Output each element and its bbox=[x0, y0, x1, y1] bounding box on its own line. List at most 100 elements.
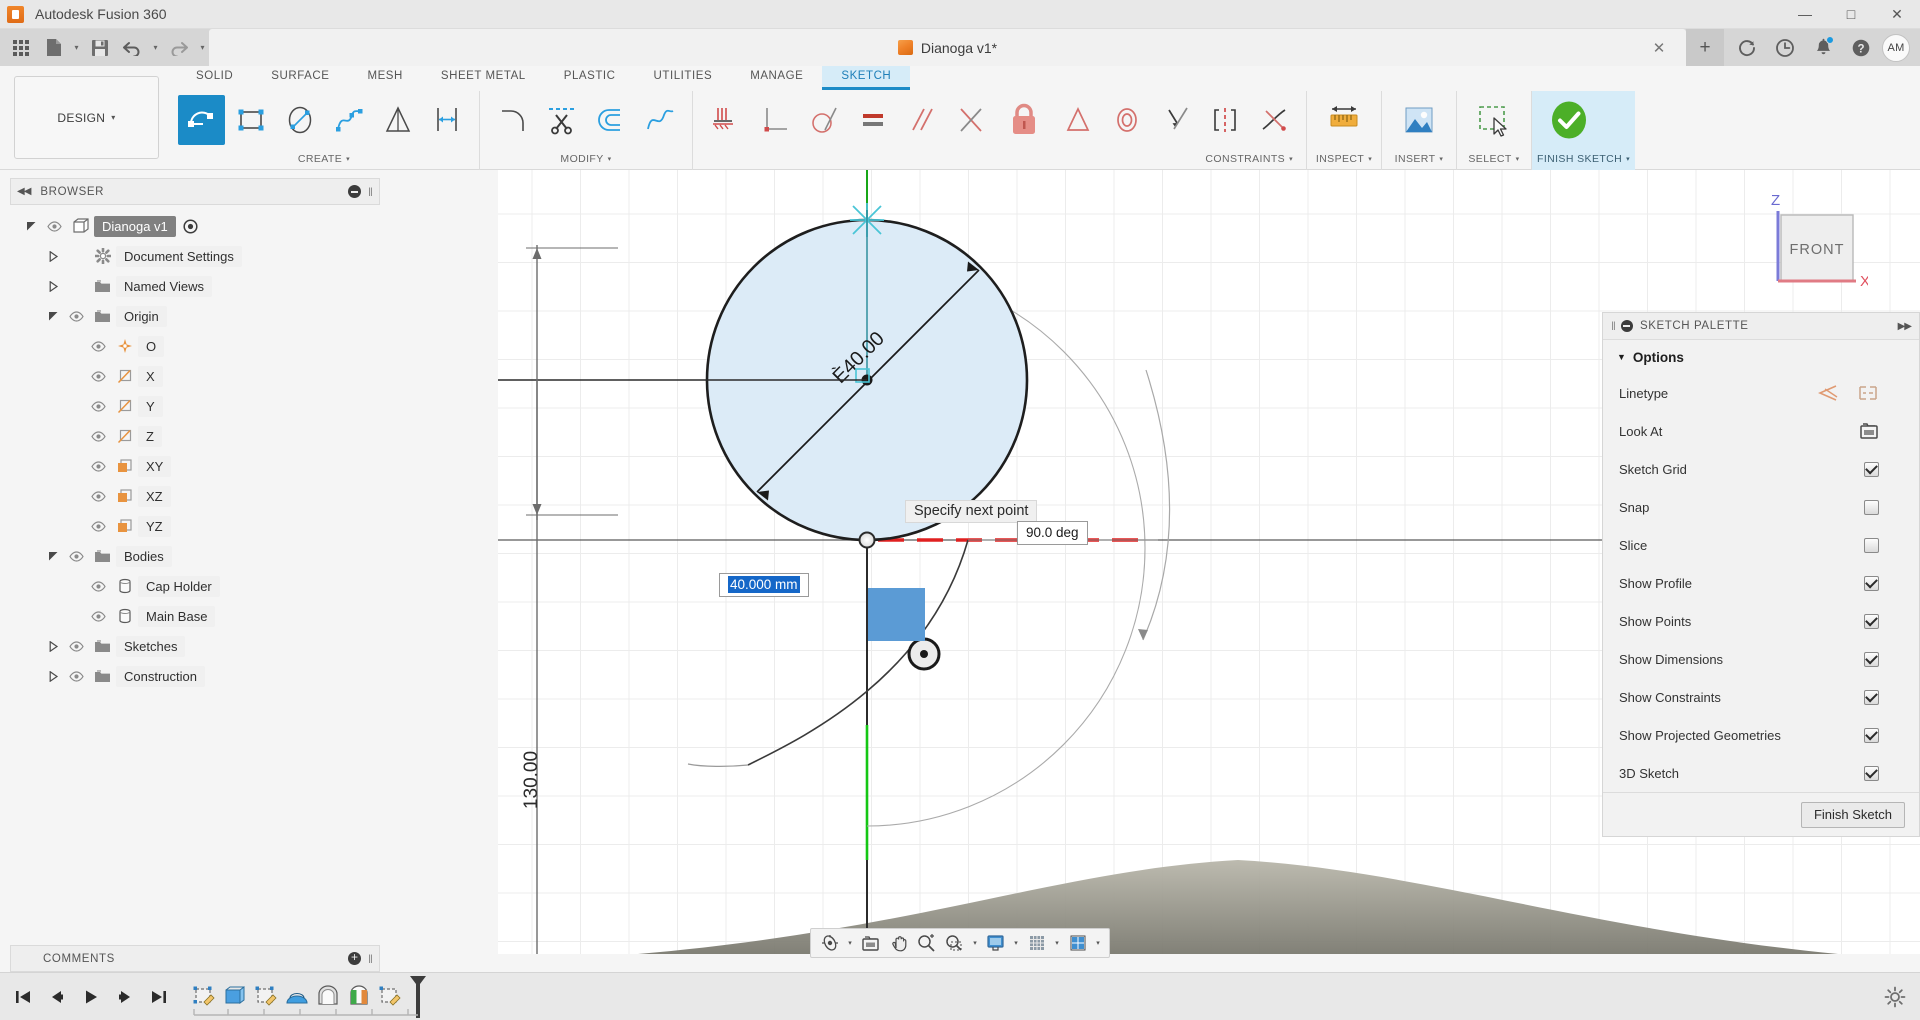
constraint-coincident[interactable] bbox=[702, 95, 749, 145]
3d-sketch-checkbox[interactable] bbox=[1864, 765, 1879, 781]
tool-measure[interactable] bbox=[1316, 95, 1372, 145]
save-icon[interactable] bbox=[85, 33, 115, 63]
avatar[interactable]: AM bbox=[1882, 33, 1910, 62]
tool-select-window[interactable] bbox=[1466, 95, 1522, 145]
centerline-icon[interactable] bbox=[1857, 383, 1879, 403]
visibility-eye-icon[interactable] bbox=[86, 490, 111, 502]
tool-sketch-dimension[interactable] bbox=[423, 95, 470, 145]
close-window-button[interactable]: ✕ bbox=[1874, 0, 1920, 29]
tool-rectangle[interactable] bbox=[227, 95, 274, 145]
play-icon[interactable] bbox=[78, 984, 104, 1010]
orbit-icon[interactable] bbox=[816, 930, 843, 956]
constraint-equal[interactable] bbox=[849, 95, 896, 145]
workspace-selector[interactable]: DESIGN ▾ bbox=[14, 76, 159, 159]
zoom-icon[interactable] bbox=[913, 930, 940, 956]
expand-arrow-icon[interactable] bbox=[42, 640, 64, 652]
tool-curvature-comb[interactable] bbox=[636, 95, 683, 145]
look-at-icon[interactable] bbox=[857, 930, 884, 956]
tree-item-yz[interactable]: YZ bbox=[10, 511, 380, 541]
show-points-checkbox[interactable] bbox=[1864, 613, 1879, 629]
tool-line[interactable] bbox=[178, 95, 225, 145]
panel-create-label[interactable]: CREATE ▾ bbox=[174, 149, 474, 169]
minimize-button[interactable]: — bbox=[1782, 0, 1828, 29]
maximize-button[interactable]: □ bbox=[1828, 0, 1874, 29]
document-tab[interactable]: Dianoga v1* ✕ bbox=[209, 29, 1686, 66]
expand-arrow-icon[interactable] bbox=[42, 311, 64, 322]
show-profile-checkbox[interactable] bbox=[1864, 575, 1879, 591]
zoom-window-icon[interactable] bbox=[941, 930, 968, 956]
finish-sketch-button[interactable]: Finish Sketch bbox=[1800, 801, 1905, 828]
grid-snap-icon[interactable] bbox=[1023, 930, 1050, 956]
constraint-curvature[interactable] bbox=[1250, 95, 1297, 145]
tool-finish-sketch[interactable] bbox=[1541, 95, 1597, 145]
constraint-tangent[interactable] bbox=[800, 95, 847, 145]
refresh-icon[interactable] bbox=[1730, 33, 1764, 63]
orbit-caret[interactable]: ▾ bbox=[844, 930, 856, 956]
redo-caret[interactable]: ▾ bbox=[196, 33, 209, 63]
panel-constraints-label[interactable]: CONSTRAINTS ▾ bbox=[698, 149, 1301, 169]
constraint-collinear[interactable] bbox=[1152, 95, 1199, 145]
expand-arrow-icon[interactable] bbox=[20, 221, 42, 232]
step-forward-icon[interactable] bbox=[112, 984, 138, 1010]
tree-item-dianoga-v1[interactable]: Dianoga v1 bbox=[10, 211, 380, 241]
undo-icon[interactable] bbox=[117, 33, 147, 63]
visibility-eye-icon[interactable] bbox=[86, 580, 111, 592]
notifications-bell-icon[interactable] bbox=[1806, 33, 1840, 63]
zoom-window-caret[interactable]: ▾ bbox=[969, 930, 981, 956]
comments-panel[interactable]: COMMENTS + ‖ bbox=[10, 945, 380, 972]
expand-arrow-icon[interactable] bbox=[42, 250, 64, 262]
visibility-eye-icon[interactable] bbox=[64, 310, 89, 322]
visibility-eye-icon[interactable] bbox=[42, 220, 67, 232]
visibility-eye-icon[interactable] bbox=[86, 370, 111, 382]
tree-item-xz[interactable]: XZ bbox=[10, 481, 380, 511]
visibility-eye-icon[interactable] bbox=[64, 640, 89, 652]
panel-inspect-label[interactable]: INSPECT ▾ bbox=[1312, 149, 1376, 169]
constraint-symmetry[interactable] bbox=[947, 95, 994, 145]
tab-solid[interactable]: SOLID bbox=[177, 66, 252, 87]
tree-item-origin[interactable]: Origin bbox=[10, 301, 380, 331]
tree-item-named-views[interactable]: Named Views bbox=[10, 271, 380, 301]
tree-item-y[interactable]: Y bbox=[10, 391, 380, 421]
visibility-eye-icon[interactable] bbox=[86, 400, 111, 412]
palette-grip-icon[interactable]: ‖ bbox=[1611, 319, 1616, 333]
show-constraints-checkbox[interactable] bbox=[1864, 689, 1879, 705]
expand-arrow-icon[interactable] bbox=[42, 670, 64, 682]
tab-mesh[interactable]: MESH bbox=[348, 66, 421, 87]
tree-item-bodies[interactable]: Bodies bbox=[10, 541, 380, 571]
tree-item-sketches[interactable]: Sketches bbox=[10, 631, 380, 661]
tree-item-document-settings[interactable]: Document Settings bbox=[10, 241, 380, 271]
panel-modify-label[interactable]: MODIFY ▾ bbox=[485, 149, 687, 169]
visibility-eye-icon[interactable] bbox=[86, 460, 111, 472]
tree-item-o[interactable]: O bbox=[10, 331, 380, 361]
panel-select-label[interactable]: SELECT ▾ bbox=[1462, 149, 1526, 169]
expand-right-icon[interactable]: ▶▶ bbox=[1898, 321, 1912, 332]
resize-grip-icon[interactable]: ‖ bbox=[368, 185, 373, 199]
tool-offset[interactable] bbox=[587, 95, 634, 145]
collapse-left-icon[interactable]: ◀◀ bbox=[17, 186, 31, 197]
visibility-eye-icon[interactable] bbox=[86, 430, 111, 442]
expand-arrow-icon[interactable] bbox=[42, 280, 64, 292]
constraint-horizontal-vertical[interactable] bbox=[1201, 95, 1248, 145]
view-cube[interactable]: Z FRONT X bbox=[1756, 185, 1868, 295]
display-settings-caret[interactable]: ▾ bbox=[1010, 930, 1022, 956]
tab-sheet-metal[interactable]: SHEET METAL bbox=[422, 66, 545, 87]
visibility-eye-icon[interactable] bbox=[86, 610, 111, 622]
tool-circle[interactable] bbox=[276, 95, 323, 145]
visibility-eye-icon[interactable] bbox=[86, 520, 111, 532]
slice-checkbox[interactable] bbox=[1864, 537, 1879, 553]
look-at-icon[interactable] bbox=[1859, 422, 1879, 440]
close-document-tab-button[interactable]: ✕ bbox=[1650, 39, 1668, 57]
tree-item-main-base[interactable]: Main Base bbox=[10, 601, 380, 631]
app-grid-icon[interactable] bbox=[6, 33, 36, 63]
construction-line-icon[interactable] bbox=[1817, 383, 1839, 403]
length-input-field[interactable]: 40.000 mm bbox=[719, 573, 809, 597]
tree-item-z[interactable]: Z bbox=[10, 421, 380, 451]
viewports-icon[interactable] bbox=[1064, 930, 1091, 956]
show-dimensions-checkbox[interactable] bbox=[1864, 651, 1879, 667]
new-tab-button[interactable]: + bbox=[1686, 29, 1724, 66]
visibility-eye-icon[interactable] bbox=[86, 340, 111, 352]
panel-insert-label[interactable]: INSERT ▾ bbox=[1387, 149, 1451, 169]
constraint-perpendicular[interactable] bbox=[751, 95, 798, 145]
constraint-parallel[interactable] bbox=[898, 95, 945, 145]
tree-item-construction[interactable]: Construction bbox=[10, 661, 380, 691]
